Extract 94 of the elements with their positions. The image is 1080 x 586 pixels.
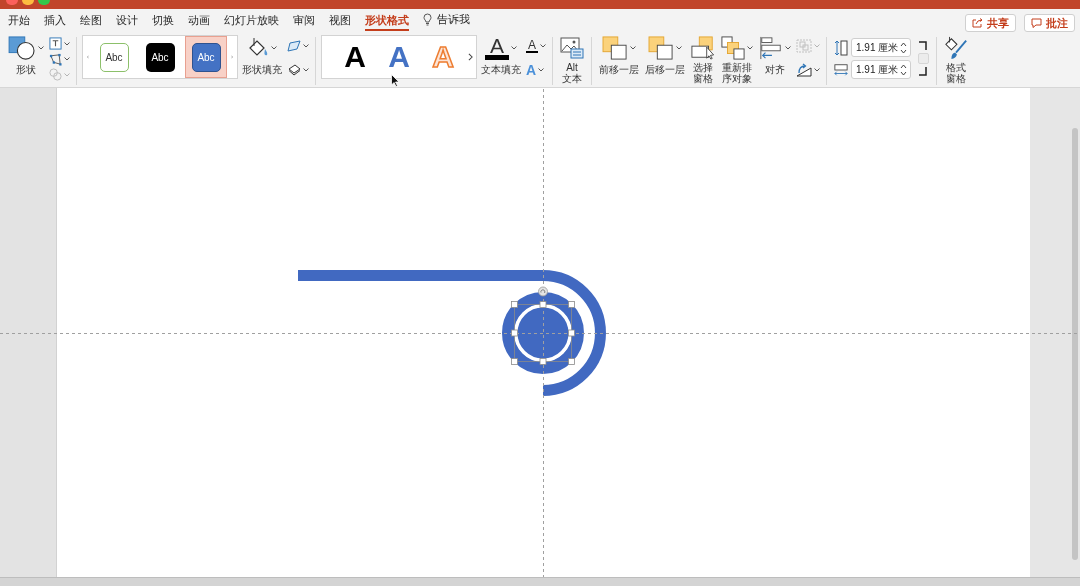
lightbulb-icon [423, 13, 432, 26]
shapes-icon [8, 36, 36, 60]
send-backward-button[interactable]: 后移一层 [643, 34, 687, 86]
layers-icon [602, 36, 628, 60]
ribbon-tab[interactable]: 绘图 [80, 11, 102, 31]
stacked-squares-icon [721, 36, 745, 60]
caret-icon [814, 68, 820, 72]
edit-shape-button[interactable] [48, 51, 71, 67]
format-pane-button[interactable]: 格式 窗格 [942, 34, 970, 86]
shape-style-option[interactable]: Abc [145, 42, 175, 72]
height-field[interactable]: 1.91 厘米 [851, 38, 911, 57]
caret-icon [303, 44, 309, 48]
comment-icon [1031, 18, 1042, 28]
overlapping-circles-icon [49, 68, 62, 81]
text-box-icon [49, 37, 62, 50]
rotate-icon [796, 63, 812, 77]
comment-button[interactable]: 批注 [1024, 14, 1075, 32]
shape-style-option[interactable]: Abc [99, 42, 129, 72]
ribbon-tab[interactable]: 插入 [44, 11, 66, 31]
picture-icon [560, 37, 584, 59]
share-button[interactable]: 共享 [965, 14, 1016, 32]
reorder-objects-button[interactable]: 重新排 序对象 [719, 34, 755, 86]
group-icon [796, 39, 812, 53]
zoom-window-icon[interactable] [38, 0, 50, 5]
ribbon-tab[interactable]: 动画 [188, 11, 210, 31]
resize-handle[interactable] [511, 358, 518, 365]
ribbon-tab[interactable]: 审阅 [293, 11, 315, 31]
shape-style-option[interactable]: Abc [185, 36, 227, 78]
bracket-icon [918, 41, 927, 50]
shapes-button[interactable]: 形状 [6, 34, 46, 86]
caret-icon [64, 41, 70, 46]
spinner-icon[interactable] [900, 62, 907, 77]
scrollbar-thumb[interactable] [1072, 128, 1078, 560]
align-button[interactable]: 对齐 [757, 34, 793, 86]
color-bar-icon [485, 55, 509, 60]
caret-icon [814, 44, 820, 48]
caret-icon [538, 68, 545, 72]
width-icon [834, 62, 848, 77]
shape-effects-icon [287, 64, 301, 76]
layers-icon [648, 36, 674, 60]
resize-handle[interactable] [568, 329, 575, 337]
alt-text-button[interactable]: Alt 文本 [558, 34, 586, 86]
ribbon-tab[interactable]: 幻灯片放映 [224, 11, 279, 31]
caret-icon [630, 46, 636, 50]
ribbon-tab[interactable]: 设计 [116, 11, 138, 31]
caret-icon [38, 46, 44, 50]
shape-fill-button[interactable]: 形状填充 [240, 34, 284, 86]
caret-icon [64, 72, 70, 77]
color-bar-icon [526, 50, 538, 53]
chevron-right-icon[interactable] [468, 53, 473, 61]
spinner-icon[interactable] [900, 40, 907, 55]
shape-effects-button[interactable] [286, 62, 310, 78]
wordart-style-option[interactable]: A [388, 41, 410, 73]
resize-handle[interactable] [568, 358, 575, 365]
share-icon [972, 18, 983, 28]
caret-icon [747, 46, 753, 50]
ribbon-tab[interactable]: 视图 [329, 11, 351, 31]
caret-icon [785, 46, 791, 50]
caret-icon [271, 46, 277, 50]
resize-handle[interactable] [539, 358, 547, 365]
selection-pane-button[interactable]: 选择 窗格 [689, 34, 717, 86]
resize-handle[interactable] [511, 329, 518, 337]
resize-handle[interactable] [511, 301, 518, 308]
selection-frame[interactable] [511, 286, 575, 365]
rotate-handle[interactable] [538, 286, 548, 297]
text-outline-button[interactable]: A [525, 38, 547, 54]
text-box-button[interactable] [48, 36, 71, 51]
caret-icon [64, 57, 70, 61]
resize-handle[interactable] [568, 301, 575, 308]
caret-icon [676, 46, 682, 50]
ribbon-tab[interactable]: 开始 [8, 11, 30, 31]
selection-pane-icon [691, 36, 715, 60]
align-icon [759, 36, 783, 60]
bring-forward-button[interactable]: 前移一层 [597, 34, 641, 86]
width-field[interactable]: 1.91 厘米 [851, 60, 911, 79]
caret-icon [303, 68, 309, 72]
shape-outline-button[interactable] [286, 38, 310, 54]
tell-me-button[interactable]: 告诉我 [423, 11, 470, 28]
brush-icon [944, 36, 968, 60]
bracket-icon [918, 67, 927, 76]
minimize-window-icon[interactable] [22, 0, 34, 5]
ribbon-tab[interactable]: 切换 [152, 11, 174, 31]
caret-icon [511, 46, 517, 50]
edit-points-icon [49, 52, 62, 66]
wordart-style-option[interactable]: A [344, 41, 366, 73]
resize-handle[interactable] [539, 301, 547, 308]
guide-line[interactable] [0, 333, 1080, 334]
ribbon-tab[interactable]: 形状格式 [365, 11, 409, 31]
text-fill-button[interactable]: A 文本填充 [479, 34, 523, 86]
pen-icon [287, 40, 301, 52]
rotate-button[interactable] [795, 62, 821, 78]
guide-line[interactable] [543, 88, 544, 577]
height-icon [834, 39, 848, 56]
caret-icon [540, 44, 546, 48]
